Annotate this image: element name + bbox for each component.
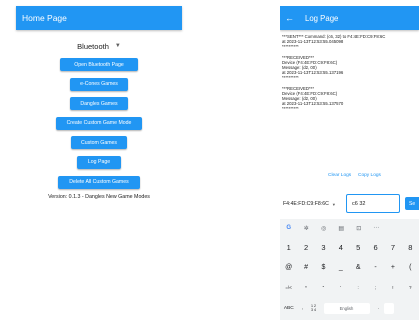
device-type-dropdown[interactable]: Bluetooth ▼ — [77, 39, 121, 53]
e-cones-games-button[interactable]: e-Cones Games — [70, 77, 128, 91]
back-arrow-icon[interactable]: ← — [285, 13, 299, 23]
log-entry: ***SENT*** Command: (c6, 32) to F4:4E:FD… — [282, 34, 419, 50]
key[interactable]: * — [297, 285, 314, 290]
keyboard-row-bottom: ABC , 1 2 3 4 English . — [280, 297, 419, 319]
key[interactable]: # — [297, 264, 314, 271]
abc-key[interactable]: ABC — [280, 306, 298, 311]
key[interactable]: @ — [280, 264, 297, 271]
key[interactable]: ; — [367, 285, 384, 290]
key[interactable]: - — [367, 264, 384, 271]
space-key[interactable]: English — [323, 302, 370, 314]
key[interactable]: ? — [402, 285, 419, 290]
key[interactable]: & — [350, 264, 367, 271]
google-icon[interactable]: G — [280, 225, 298, 231]
log-app-bar: ← Log Page — [280, 6, 419, 30]
key[interactable]: 1 — [280, 243, 297, 252]
log-line: ********** — [282, 75, 299, 81]
key[interactable]: $ — [315, 264, 332, 271]
settings-icon[interactable]: ✲ — [298, 225, 316, 232]
key[interactable]: ' — [332, 285, 349, 290]
log-title: Log Page — [305, 13, 339, 23]
custom-games-button[interactable]: Custom Games — [71, 136, 127, 150]
keyboard-row-numbers: 1 2 3 4 5 6 7 8 — [280, 237, 419, 257]
soft-keyboard: G ✲ ◎ ▤ ⊡ ··· 1 2 3 4 5 6 7 8 @ # $ _ & … — [280, 219, 419, 320]
device-address-value: F4:4E:FD:C9:F8:6C — [283, 201, 329, 207]
key[interactable]: 2 — [297, 243, 314, 252]
chevron-down-icon: ▼ — [114, 43, 121, 49]
create-custom-game-mode-button[interactable]: Create Custom Game Mode — [56, 116, 142, 130]
key[interactable]: 4 — [332, 243, 349, 252]
chevron-down-icon: ▼ — [331, 201, 336, 207]
home-body: Bluetooth ▼ Open Bluetooth Page e-Cones … — [16, 30, 182, 201]
key[interactable]: 7 — [384, 243, 401, 252]
key[interactable]: 8 — [402, 243, 419, 252]
key[interactable]: =\< — [280, 285, 297, 290]
key[interactable]: + — [384, 264, 401, 271]
send-button[interactable]: Se — [405, 197, 419, 210]
key[interactable]: 5 — [350, 243, 367, 252]
command-row: F4:4E:FD:C9:F8:6C ▼ c6 32 Se — [280, 194, 419, 214]
comma-key[interactable]: , — [298, 306, 308, 311]
device-address-dropdown[interactable]: F4:4E:FD:C9:F8:6C ▼ — [283, 201, 336, 207]
period-key[interactable]: . — [374, 306, 384, 311]
key[interactable]: 3 — [315, 243, 332, 252]
dangles-games-button[interactable]: Dangles Games — [70, 97, 128, 111]
keyboard-row-symbols: @ # $ _ & - + ( — [280, 257, 419, 277]
alt-symbols-key[interactable]: 1 2 3 4 — [308, 304, 320, 312]
log-list[interactable]: ***SENT*** Command: (c6, 32) to F4:4E:FD… — [280, 30, 419, 112]
key[interactable]: ! — [384, 285, 401, 290]
home-title: Home Page — [22, 13, 67, 23]
log-screen: ← Log Page ***SENT*** Command: (c6, 32) … — [280, 6, 419, 320]
key[interactable]: 6 — [367, 243, 384, 252]
home-app-bar: Home Page — [16, 6, 182, 30]
send-button-label: Se — [409, 200, 416, 207]
space-key-label: English — [339, 305, 354, 311]
clear-logs-button[interactable]: Clear Logs — [328, 173, 351, 178]
command-input[interactable]: c6 32 — [346, 194, 400, 213]
delete-all-custom-games-button[interactable]: Delete All Custom Games — [58, 175, 140, 189]
clipboard-icon[interactable]: ▤ — [333, 225, 351, 232]
log-entry: ***RECEIVED*** Device (F4:4E:FD:C9:F8:6C… — [282, 55, 419, 81]
key[interactable]: : — [350, 285, 367, 290]
command-input-value: c6 32 — [352, 200, 366, 207]
key[interactable]: _ — [332, 264, 349, 271]
key[interactable]: ( — [402, 264, 419, 271]
more-icon[interactable]: ··· — [368, 225, 386, 231]
palette-icon[interactable]: ◎ — [315, 225, 333, 232]
copy-logs-button[interactable]: Copy Logs — [358, 173, 381, 178]
keyboard-row-more: =\< * " ' : ; ! ? — [280, 277, 419, 297]
log-entry: ***RECEIVED*** Device (F4:4E:FD:C9:F8:6C… — [282, 86, 419, 112]
version-text: Version: 0.1.3 - Dangles New Game Modes — [48, 194, 150, 201]
screenshot-icon[interactable]: ⊡ — [350, 225, 368, 232]
log-page-button[interactable]: Log Page — [77, 155, 121, 169]
log-line: ********** — [282, 106, 299, 112]
log-line: ********** — [282, 44, 299, 50]
device-type-value: Bluetooth — [77, 41, 109, 51]
home-screen: Home Page Bluetooth ▼ Open Bluetooth Pag… — [16, 6, 182, 320]
key[interactable]: " — [315, 285, 332, 290]
keyboard-toolbar: G ✲ ◎ ▤ ⊡ ··· — [280, 219, 419, 237]
open-bluetooth-page-button[interactable]: Open Bluetooth Page — [60, 58, 138, 71]
enter-key[interactable] — [383, 302, 394, 314]
